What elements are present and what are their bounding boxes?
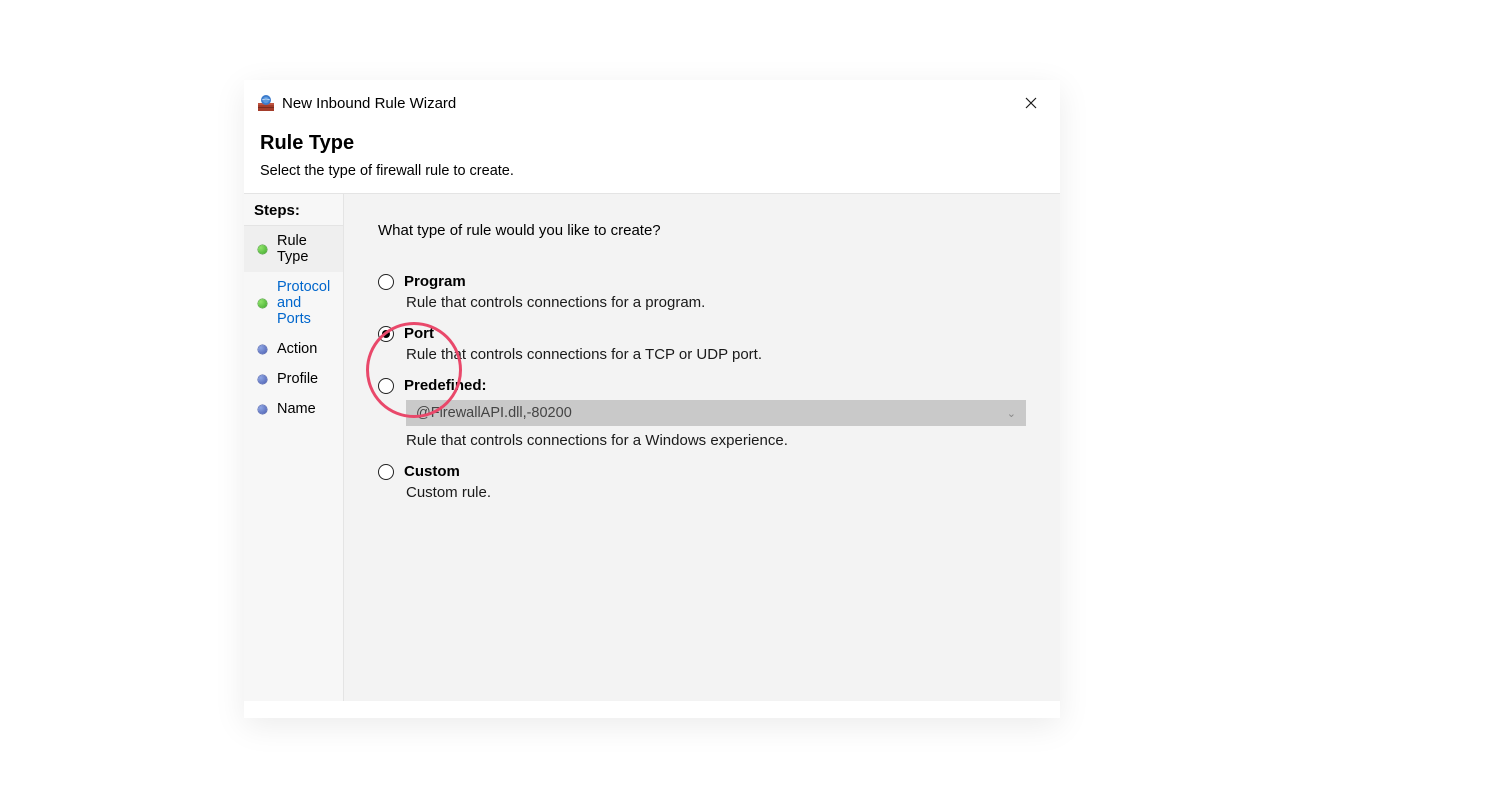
header-section: Rule Type Select the type of firewall ru… bbox=[244, 126, 1060, 193]
option-predefined-label: Predefined: bbox=[404, 377, 487, 394]
close-icon bbox=[1025, 97, 1037, 109]
option-predefined-desc: Rule that controls connections for a Win… bbox=[406, 432, 1026, 449]
step-bullet-icon bbox=[258, 405, 267, 414]
step-bullet-icon bbox=[258, 375, 267, 384]
step-action[interactable]: Action bbox=[244, 334, 343, 364]
predefined-select-value: @FirewallAPI.dll,-80200 bbox=[416, 405, 572, 421]
option-port: Port Rule that controls connections for … bbox=[378, 325, 1026, 363]
step-label: Protocol and Ports bbox=[277, 279, 333, 327]
body-area: Steps: Rule Type Protocol and Ports Acti… bbox=[244, 193, 1060, 701]
steps-list: Rule Type Protocol and Ports Action Prof… bbox=[244, 226, 343, 424]
step-bullet-icon bbox=[258, 245, 267, 254]
step-protocol-and-ports[interactable]: Protocol and Ports bbox=[244, 272, 343, 334]
radio-predefined[interactable] bbox=[378, 378, 394, 394]
page-heading: Rule Type bbox=[260, 132, 1044, 155]
option-program-label: Program bbox=[404, 273, 466, 290]
step-rule-type[interactable]: Rule Type bbox=[244, 226, 343, 272]
close-button[interactable] bbox=[1016, 90, 1046, 116]
radio-port[interactable] bbox=[378, 326, 394, 342]
radio-program[interactable] bbox=[378, 274, 394, 290]
step-label: Action bbox=[277, 341, 317, 357]
option-program: Program Rule that controls connections f… bbox=[378, 273, 1026, 311]
option-port-desc: Rule that controls connections for a TCP… bbox=[406, 346, 1026, 363]
option-custom-desc: Custom rule. bbox=[406, 484, 1026, 501]
titlebar: New Inbound Rule Wizard bbox=[244, 80, 1060, 126]
step-bullet-icon bbox=[258, 299, 267, 308]
content-question: What type of rule would you like to crea… bbox=[378, 222, 1026, 239]
window-title: New Inbound Rule Wizard bbox=[282, 95, 456, 112]
option-predefined: Predefined: @FirewallAPI.dll,-80200 ⌄ Ru… bbox=[378, 377, 1026, 449]
step-name[interactable]: Name bbox=[244, 394, 343, 424]
step-bullet-icon bbox=[258, 345, 267, 354]
option-custom-label: Custom bbox=[404, 463, 460, 480]
steps-panel: Steps: Rule Type Protocol and Ports Acti… bbox=[244, 194, 344, 701]
wizard-window: New Inbound Rule Wizard Rule Type Select… bbox=[244, 80, 1060, 718]
chevron-down-icon: ⌄ bbox=[1007, 407, 1016, 420]
predefined-select[interactable]: @FirewallAPI.dll,-80200 ⌄ bbox=[406, 400, 1026, 426]
option-custom: Custom Custom rule. bbox=[378, 463, 1026, 501]
option-port-label: Port bbox=[404, 325, 434, 342]
steps-header: Steps: bbox=[244, 194, 343, 226]
step-profile[interactable]: Profile bbox=[244, 364, 343, 394]
option-program-desc: Rule that controls connections for a pro… bbox=[406, 294, 1026, 311]
radio-custom[interactable] bbox=[378, 464, 394, 480]
step-label: Rule Type bbox=[277, 233, 333, 265]
page-description: Select the type of firewall rule to crea… bbox=[260, 163, 1044, 179]
content-panel: What type of rule would you like to crea… bbox=[344, 194, 1060, 701]
step-label: Name bbox=[277, 401, 316, 417]
step-label: Profile bbox=[277, 371, 318, 387]
firewall-icon bbox=[258, 95, 274, 111]
